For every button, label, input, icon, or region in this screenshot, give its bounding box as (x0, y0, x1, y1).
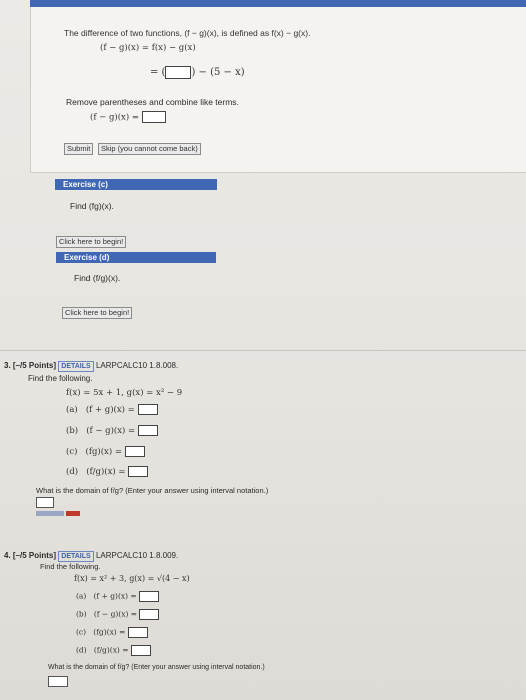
difference-equation: (f − g)(x) = f(x) − g(x) (100, 43, 196, 53)
q3-part-d-expr: (f/g)(x) = (86, 467, 126, 477)
question-3-number: 3. (4, 361, 11, 370)
result-label: (f − g)(x) = (90, 112, 139, 123)
q4-domain-input[interactable] (48, 676, 68, 687)
q4-part-b-expr: (f − g)(x) = (93, 609, 138, 619)
q3-part-b-expr: (f − g)(x) = (86, 426, 136, 436)
q3-part-b-label: (b) (66, 426, 79, 436)
q4-domain-question: What is the domain of f/g? (Enter your a… (48, 664, 265, 671)
q4-part-a: (a) (f + g)(x) = (76, 591, 160, 602)
question-4-number: 4. (4, 551, 11, 560)
q4-part-d-label: (d) (76, 645, 87, 655)
q4-part-c-input[interactable] (127, 627, 148, 638)
submit-button[interactable]: Submit (64, 143, 94, 155)
q4-part-b-label: (b) (76, 609, 87, 619)
q3-progress-marker (66, 511, 80, 516)
q3-part-a-label: (a) (66, 405, 78, 415)
q3-part-a-expr: (f + g)(x) = (85, 405, 135, 415)
exercise-c-begin-button[interactable]: Click here to begin! (56, 236, 127, 248)
question-4-points: [–/5 Points] (12, 551, 57, 560)
q3-progress-segment (36, 511, 64, 516)
q4-part-a-expr: (f + g)(x) = (93, 591, 137, 601)
exercise-d-prompt: Find (f/g)(x). (74, 273, 121, 283)
card-top-bar (30, 0, 526, 7)
result-equation: (f − g)(x) = (90, 111, 166, 123)
q4-part-a-input[interactable] (139, 591, 160, 602)
q3-domain-input[interactable] (36, 497, 54, 508)
question-3-instruction: Find the following. (28, 374, 93, 383)
q3-part-d-label: (d) (66, 467, 79, 477)
q3-part-c: (c) (fg)(x) = (66, 446, 145, 457)
q4-part-d-input[interactable] (130, 645, 151, 656)
exercise-d-header: Exercise (d) (56, 252, 216, 263)
question-3-points: [–/5 Points] (12, 361, 57, 370)
difference-intro: The difference of two functions, (f − g)… (64, 28, 311, 38)
q3-part-c-label: (c) (66, 447, 78, 457)
q4-part-c: (c) (fg)(x) = (76, 627, 148, 638)
question-4-functions: f(x) = x² + 3, g(x) = √(4 − x) (74, 574, 190, 583)
q3-domain-question: What is the domain of f/g? (Enter your a… (36, 486, 269, 495)
q4-part-a-label: (a) (76, 591, 87, 601)
q3-part-c-expr: (fg)(x) = (85, 447, 122, 457)
question-4-instruction: Find the following. (40, 562, 101, 571)
question-3-code: LARPCALC10 1.8.008. (95, 361, 179, 370)
divider (0, 350, 526, 351)
substitution-equation: = ( ) − (5 − x) (150, 66, 245, 79)
substitution-input[interactable] (165, 66, 192, 79)
q4-part-b-input[interactable] (139, 609, 160, 620)
exercise-d-begin-button[interactable]: Click here to begin! (62, 307, 133, 319)
question-4-details-link[interactable]: DETAILS (58, 551, 94, 562)
q3-part-d-input[interactable] (128, 466, 149, 477)
eq-prefix: = ( (150, 67, 166, 78)
q3-part-a: (a) (f + g)(x) = (66, 404, 158, 415)
q3-part-d: (d) (f/g)(x) = (66, 466, 149, 477)
q3-part-a-input[interactable] (137, 404, 158, 415)
q4-part-c-expr: (fg)(x) = (93, 627, 126, 637)
skip-button[interactable]: Skip (you cannot come back) (98, 143, 201, 155)
question-3-details-link[interactable]: DETAILS (58, 361, 94, 372)
question-3-header: 3. [–/5 Points] DETAILS LARPCALC10 1.8.0… (4, 361, 178, 372)
q4-part-d: (d) (f/g)(x) = (76, 645, 151, 656)
question-4-code: LARPCALC10 1.8.009. (95, 551, 179, 560)
q4-part-b: (b) (f − g)(x) = (76, 609, 160, 620)
q4-part-c-label: (c) (76, 627, 87, 637)
combine-instruction: Remove parentheses and combine like term… (66, 97, 239, 107)
exercise-c-prompt: Find (fg)(x). (70, 201, 114, 211)
question-4-header: 4. [–/5 Points] DETAILS LARPCALC10 1.8.0… (4, 551, 178, 562)
result-input[interactable] (141, 111, 166, 123)
q3-part-c-input[interactable] (124, 446, 145, 457)
question-3-functions: f(x) = 5x + 1, g(x) = x² − 9 (66, 388, 183, 398)
eq-suffix: ) − (5 − x) (191, 67, 245, 78)
q3-part-b-input[interactable] (137, 425, 158, 436)
q4-part-d-expr: (f/g)(x) = (93, 645, 129, 655)
exercise-c-header: Exercise (c) (55, 179, 217, 190)
q3-part-b: (b) (f − g)(x) = (66, 425, 158, 436)
